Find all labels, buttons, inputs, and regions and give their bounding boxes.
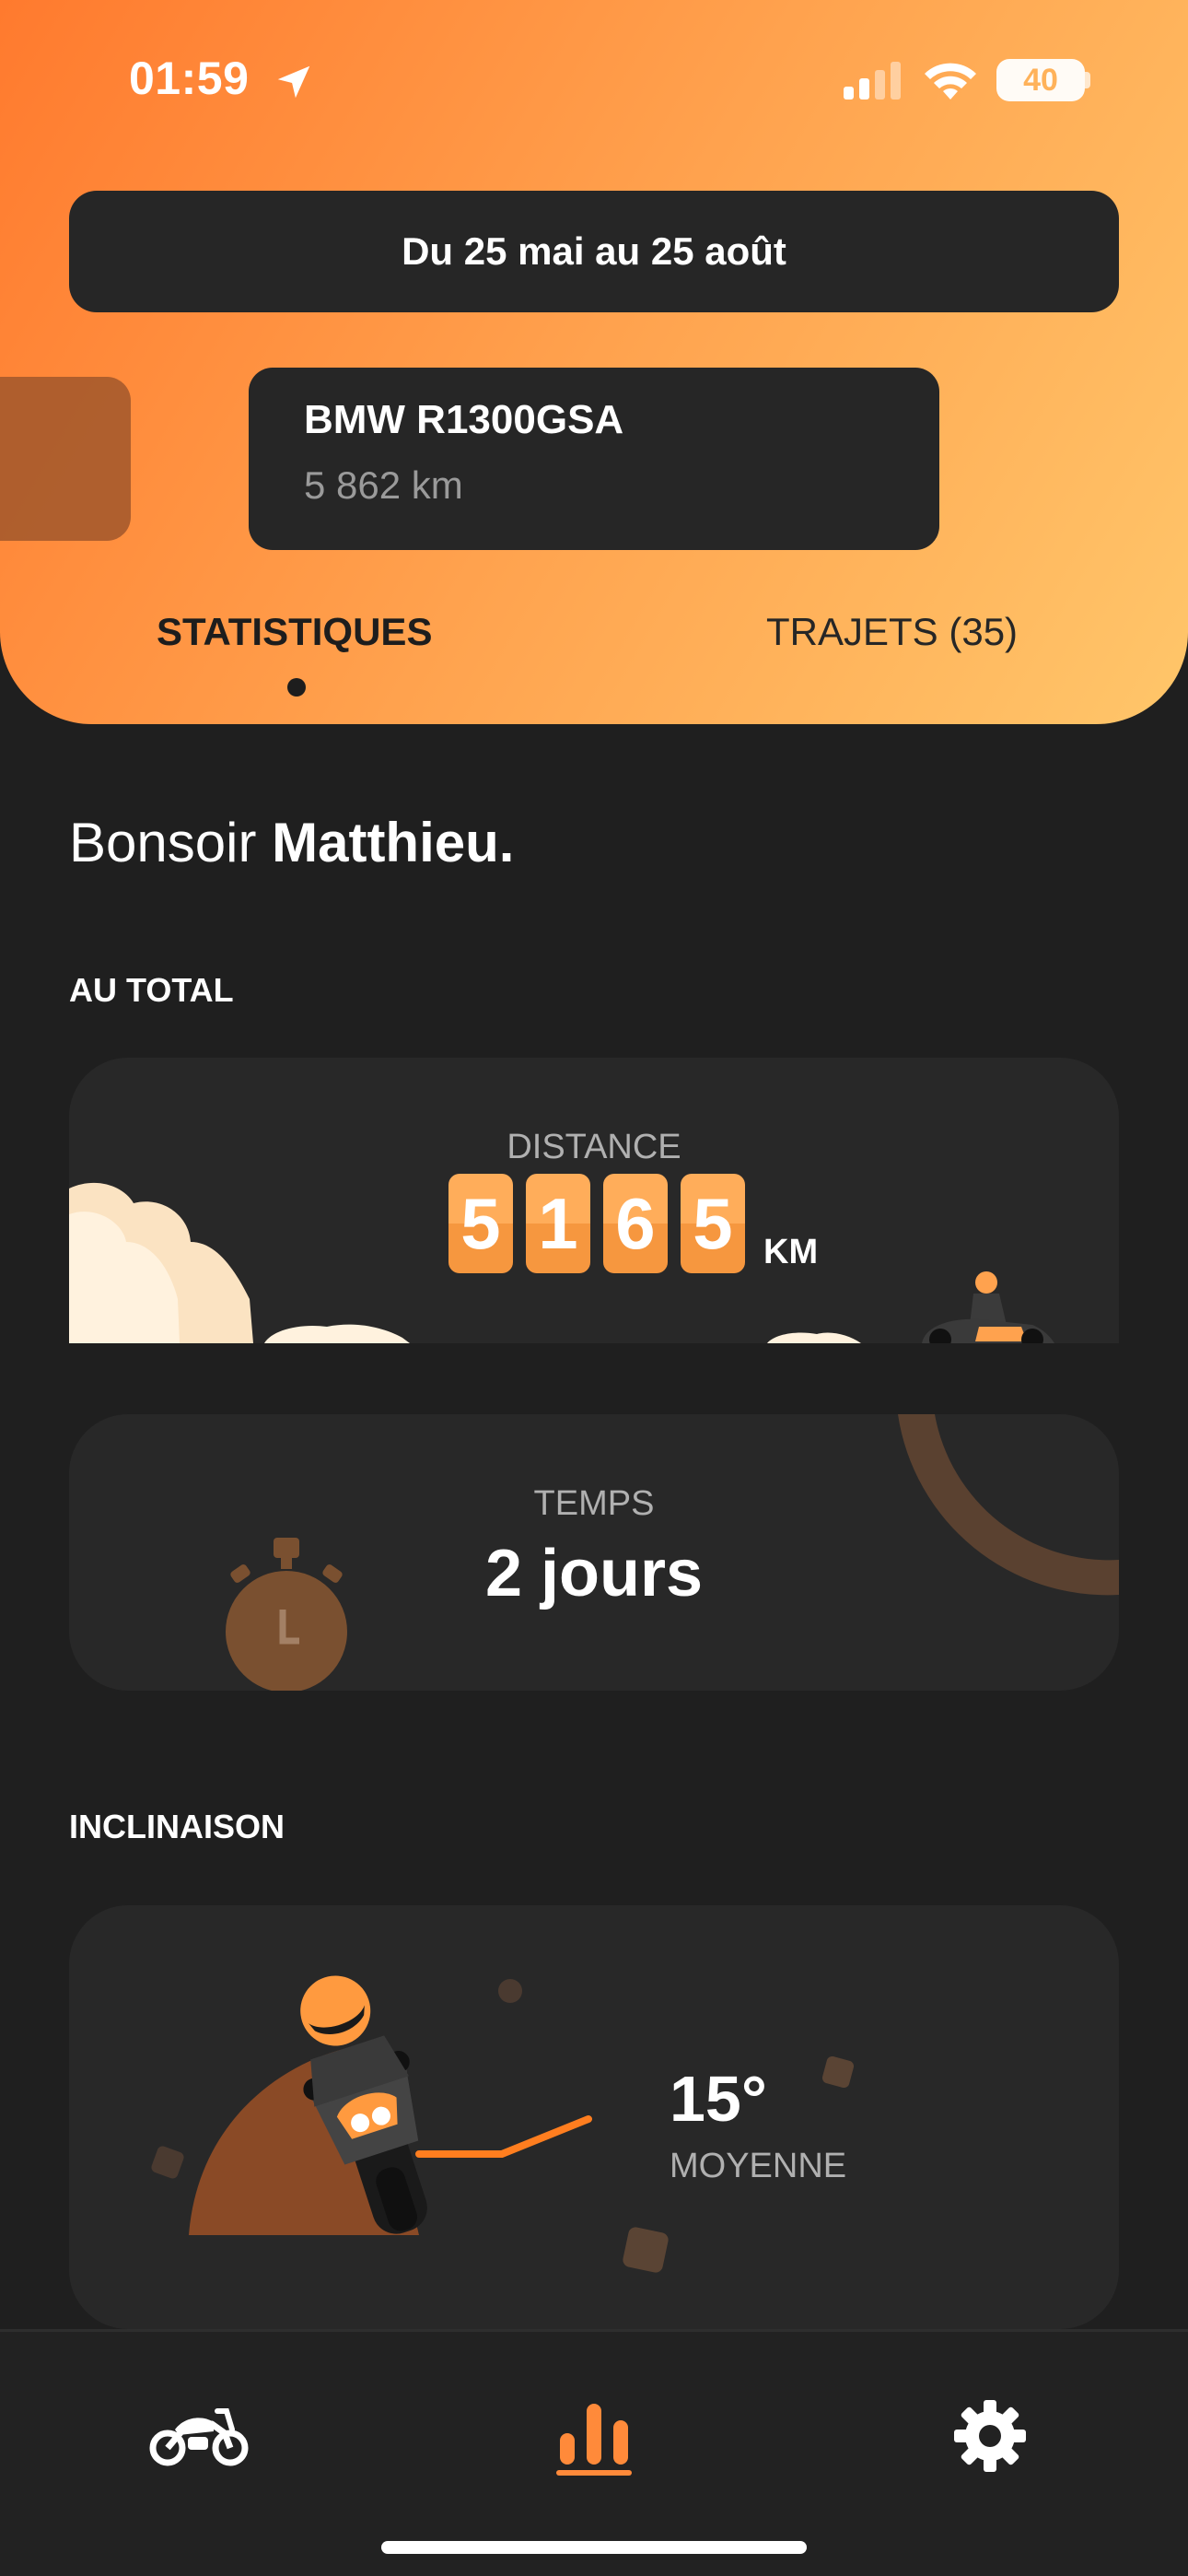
distance-digits: 5 1 6 5 (448, 1174, 745, 1273)
bar-chart-icon[interactable] (553, 2395, 635, 2477)
distance-unit: KM (763, 1233, 819, 1271)
lean-value: 15° (670, 2063, 767, 2135)
distance-digit: 6 (603, 1174, 668, 1273)
tab-statistiques[interactable]: STATISTIQUES (157, 610, 432, 654)
active-tab-indicator (287, 678, 306, 697)
rider-icon (922, 1271, 1054, 1343)
time-label: TEMPS (533, 1484, 655, 1523)
distance-card[interactable]: DISTANCE 5 1 6 5 KM (69, 1058, 1119, 1343)
lean-card-illustration (151, 1975, 855, 2273)
header: 01:59 40 Du 25 mai au 25 août BMW R1300G… (0, 0, 1188, 724)
distance-digit: 5 (448, 1174, 513, 1273)
lean-card[interactable]: 15° MOYENNE (69, 1905, 1119, 2329)
distance-digit: 5 (681, 1174, 745, 1273)
motorcycle-icon[interactable] (147, 2402, 250, 2468)
bike-mileage: 5 862 km (304, 463, 463, 507)
greeting: Bonsoir Matthieu. (69, 811, 514, 874)
status-bar: 01:59 40 (0, 0, 1188, 157)
time-card[interactable]: TEMPS 2 jours (69, 1414, 1119, 1691)
bike-name: BMW R1300GSA (304, 397, 624, 442)
greeting-name: Matthieu. (272, 812, 515, 873)
section-label-total: AU TOTAL (69, 971, 234, 1009)
home-indicator[interactable] (381, 2541, 807, 2554)
time-value: 2 jours (484, 1537, 704, 1610)
previous-bike-card[interactable] (0, 377, 131, 541)
greeting-prefix: Bonsoir (69, 812, 273, 873)
lean-label: MOYENNE (670, 2147, 847, 2185)
battery-nub (1085, 72, 1090, 88)
screen: 01:59 40 Du 25 mai au 25 août BMW R1300G… (0, 0, 1188, 2576)
bike-card[interactable]: BMW R1300GSA 5 862 km (249, 368, 939, 550)
cellular-signal-icon (844, 62, 901, 100)
distance-label: DISTANCE (507, 1128, 681, 1166)
wifi-icon (925, 63, 976, 100)
location-arrow-icon (277, 65, 310, 99)
status-time: 01:59 (129, 53, 250, 104)
date-range-button[interactable]: Du 25 mai au 25 août (69, 191, 1119, 312)
distance-digit: 1 (526, 1174, 590, 1273)
bottom-tab-bar (0, 2329, 1188, 2576)
battery-indicator: 40 (996, 59, 1085, 101)
gear-icon[interactable] (952, 2398, 1028, 2474)
tab-trajets[interactable]: TRAJETS (35) (766, 610, 1018, 654)
section-label-inclinaison: INCLINAISON (69, 1808, 285, 1845)
